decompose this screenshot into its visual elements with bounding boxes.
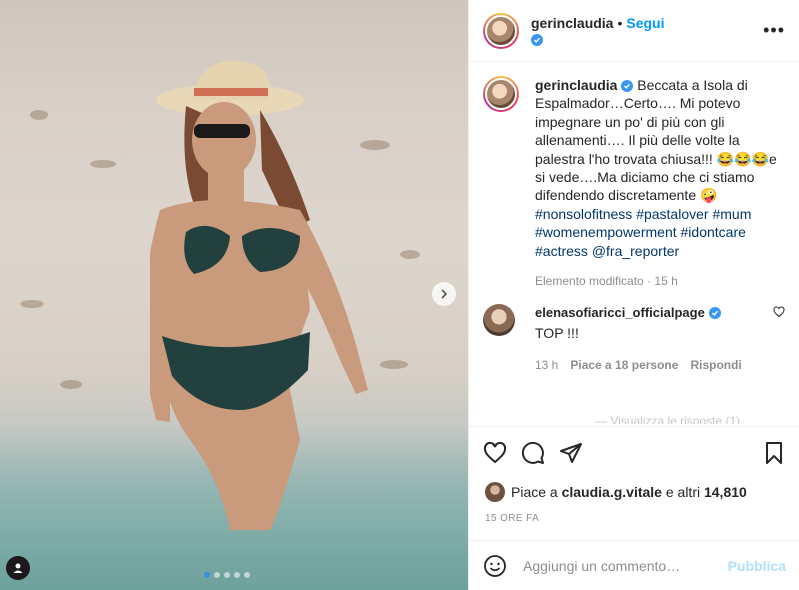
commenter-username[interactable]: elenasofiaricci_officialpage: [535, 304, 705, 322]
post-header: gerinclaudia • Segui •••: [469, 0, 799, 62]
verified-badge-icon: [621, 80, 634, 93]
post-side-panel: gerinclaudia • Segui ••• gerinclaudia Be…: [468, 0, 799, 590]
tagged-users-button[interactable]: [6, 556, 30, 580]
bookmark-save-icon[interactable]: [762, 441, 786, 465]
share-send-icon[interactable]: [559, 441, 583, 465]
sand-speck: [30, 110, 48, 120]
hashtag-link[interactable]: #nonsolofitness: [535, 206, 632, 222]
likes-prefix: Piace a: [511, 484, 558, 500]
likes-middle: e altri: [665, 484, 701, 500]
emoji-smiley-icon[interactable]: [483, 554, 507, 578]
comment-bubble-icon[interactable]: [521, 441, 545, 465]
comment-composer: Pubblica: [469, 540, 799, 590]
likes-count[interactable]: 14,810: [704, 484, 747, 500]
comment-item: elenasofiaricci_officialpage TOP !!! 13 …: [469, 304, 799, 374]
sand-speck: [90, 160, 116, 168]
carousel-dot: [224, 572, 230, 578]
woman-figure: [150, 60, 368, 530]
caption-body: gerinclaudia Beccata a Isola di Espalmad…: [535, 76, 785, 290]
caption-time[interactable]: 15 h: [654, 274, 677, 288]
post-photo[interactable]: [0, 0, 468, 590]
comment-body: elenasofiaricci_officialpage TOP !!! 13 …: [535, 304, 767, 374]
follow-button[interactable]: Segui: [626, 15, 664, 31]
next-image-button[interactable]: [432, 282, 456, 306]
comment-text: TOP !!!: [535, 325, 579, 342]
sand-speck: [400, 250, 420, 259]
post-actions-bar: [469, 426, 799, 478]
user-icon: [13, 563, 23, 573]
likes-summary: Piace a claudia.g.vitale e altri 14,810: [485, 482, 747, 502]
liker-username[interactable]: claudia.g.vitale: [562, 484, 662, 500]
author-username[interactable]: gerinclaudia: [531, 15, 613, 31]
edited-label: Elemento modificato: [535, 274, 644, 289]
verified-badge-icon: [531, 33, 543, 46]
comment-time[interactable]: 13 h: [535, 356, 558, 374]
author-block: gerinclaudia • Segui: [531, 15, 665, 47]
carousel-dot: [244, 572, 250, 578]
comment-heart-icon[interactable]: [773, 306, 785, 318]
sand-speck: [380, 360, 408, 369]
comment-actions: 13 h Piace a 18 persone Rispondi: [535, 356, 767, 374]
instagram-post-modal: gerinclaudia • Segui ••• gerinclaudia Be…: [0, 0, 799, 590]
like-heart-icon[interactable]: [483, 441, 507, 465]
carousel-dot: [234, 572, 240, 578]
sand-speck: [60, 380, 82, 389]
hashtag-link[interactable]: #idontcare: [681, 224, 746, 240]
carousel-dot: [204, 572, 210, 578]
chevron-right-icon: [441, 289, 448, 299]
author-avatar[interactable]: [483, 12, 519, 49]
publish-button[interactable]: Pubblica: [728, 558, 786, 574]
commenter-avatar[interactable]: [483, 304, 515, 337]
caption-meta: Elemento modificato · 15 h: [535, 274, 678, 289]
comment-input[interactable]: [523, 557, 728, 574]
separator-dot: •: [617, 14, 623, 31]
view-replies-link[interactable]: — Visualizza le risposte (1): [595, 414, 740, 424]
post-timestamp[interactable]: 15 ORE FA: [485, 513, 539, 524]
hashtag-link[interactable]: #mum: [712, 206, 751, 222]
liker-avatar[interactable]: [485, 482, 505, 502]
hashtag-link[interactable]: #womenempowerment: [535, 224, 677, 240]
caption-username[interactable]: gerinclaudia: [535, 77, 617, 93]
more-options-icon[interactable]: •••: [763, 20, 785, 41]
post-caption: gerinclaudia Beccata a Isola di Espalmad…: [469, 62, 799, 290]
caption-author-avatar[interactable]: [483, 76, 519, 112]
hashtag-link[interactable]: #actress: [535, 243, 588, 259]
carousel-dot: [214, 572, 220, 578]
reply-button[interactable]: Rispondi: [690, 356, 741, 374]
carousel-indicator: [204, 572, 250, 578]
verified-badge-icon: [708, 307, 721, 320]
comment-likes[interactable]: Piace a 18 persone: [570, 356, 678, 374]
hashtag-link[interactable]: #pastalover: [636, 206, 708, 222]
mention-link[interactable]: @fra_reporter: [592, 243, 679, 259]
sand-speck: [20, 300, 44, 308]
caption-text: Beccata a Isola di Espalmador…Certo…. Mi…: [535, 77, 777, 204]
